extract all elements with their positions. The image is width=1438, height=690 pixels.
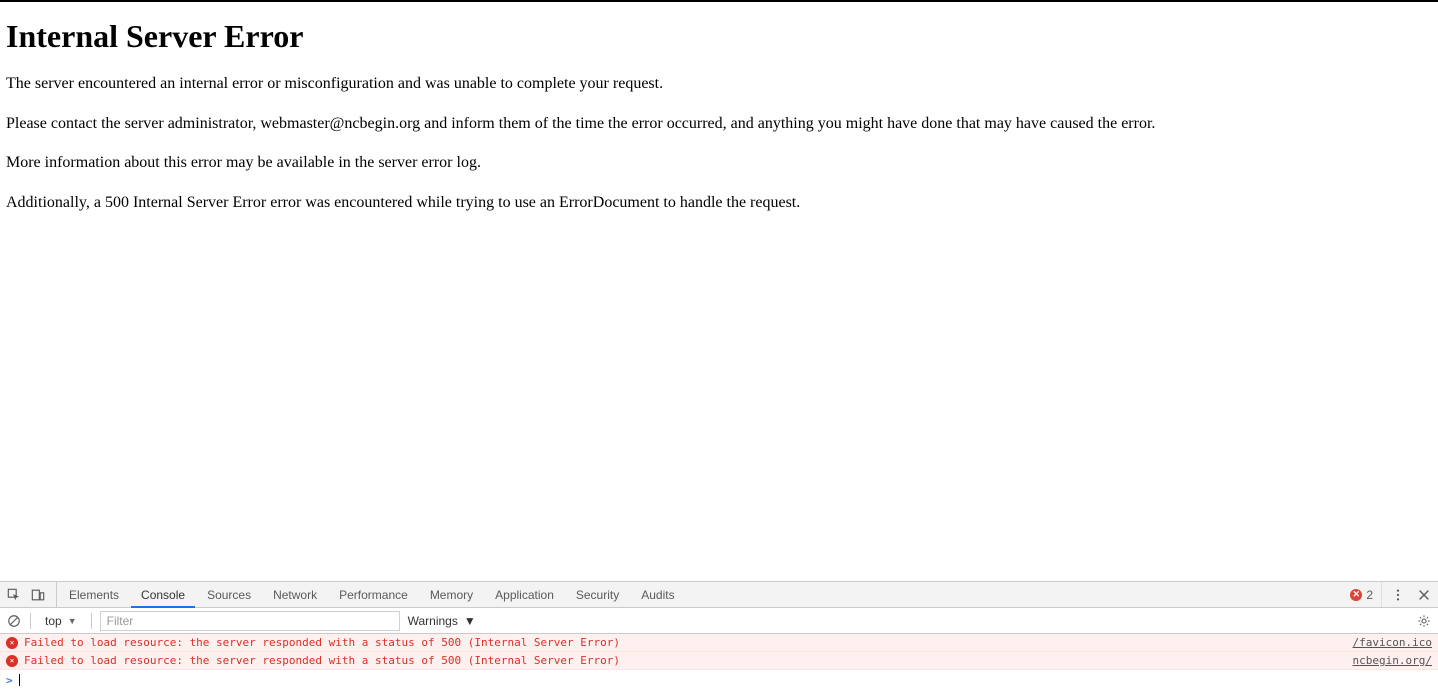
tab-performance[interactable]: Performance <box>329 582 418 608</box>
error-row-icon: ✕ <box>6 637 18 649</box>
log-level-selector[interactable]: Warnings ▼ <box>408 614 476 628</box>
console-error-message: Failed to load resource: the server resp… <box>24 636 620 649</box>
console-error-row[interactable]: ✕ Failed to load resource: the server re… <box>0 634 1438 652</box>
error-paragraph-3: More information about this error may be… <box>6 152 1432 174</box>
filterbar-separator-2 <box>91 613 92 629</box>
console-error-source[interactable]: ncbegin.org/ <box>1353 654 1432 667</box>
close-devtools-icon[interactable] <box>1416 587 1432 603</box>
devtools-panel: Elements Console Sources Network Perform… <box>0 581 1438 690</box>
console-settings-icon[interactable] <box>1416 613 1432 629</box>
error-page-body: Internal Server Error The server encount… <box>0 2 1438 239</box>
error-paragraph-4: Additionally, a 500 Internal Server Erro… <box>6 192 1432 214</box>
console-input-prompt[interactable]: > <box>0 670 1438 690</box>
tab-network[interactable]: Network <box>263 582 327 608</box>
filterbar-separator <box>30 613 31 629</box>
tab-audits[interactable]: Audits <box>631 582 684 608</box>
log-level-label: Warnings <box>408 614 458 628</box>
blank-space <box>0 239 1438 581</box>
prompt-chevron-icon: > <box>6 674 13 687</box>
more-menu-icon[interactable] <box>1390 587 1406 603</box>
chevron-down-icon: ▼ <box>68 616 77 626</box>
error-paragraph-1: The server encountered an internal error… <box>6 73 1432 95</box>
console-filterbar: top ▼ Warnings ▼ <box>0 608 1438 634</box>
execution-context-label: top <box>45 614 62 628</box>
chevron-down-icon: ▼ <box>464 614 476 628</box>
page-title: Internal Server Error <box>6 18 1432 55</box>
tab-memory[interactable]: Memory <box>420 582 483 608</box>
console-error-message: Failed to load resource: the server resp… <box>24 654 620 667</box>
error-count-badge[interactable]: ✕ 2 <box>1350 588 1373 602</box>
clear-console-icon[interactable] <box>6 613 22 629</box>
tab-console[interactable]: Console <box>131 582 195 608</box>
device-toolbar-icon[interactable] <box>30 587 46 603</box>
error-row-icon: ✕ <box>6 655 18 667</box>
inspect-element-icon[interactable] <box>6 587 22 603</box>
execution-context-selector[interactable]: top ▼ <box>39 614 83 628</box>
tab-security[interactable]: Security <box>566 582 629 608</box>
console-output: ✕ Failed to load resource: the server re… <box>0 634 1438 690</box>
tab-sources[interactable]: Sources <box>197 582 261 608</box>
text-cursor <box>19 674 20 686</box>
console-error-source[interactable]: /favicon.ico <box>1353 636 1432 649</box>
tab-application[interactable]: Application <box>485 582 564 608</box>
error-badge-icon: ✕ <box>1350 589 1362 601</box>
tab-elements[interactable]: Elements <box>59 582 129 608</box>
console-error-row[interactable]: ✕ Failed to load resource: the server re… <box>0 652 1438 670</box>
devtools-tabbar: Elements Console Sources Network Perform… <box>0 582 1438 608</box>
error-paragraph-2: Please contact the server administrator,… <box>6 113 1432 135</box>
error-count-value: 2 <box>1366 588 1373 602</box>
filter-input[interactable] <box>100 611 400 631</box>
